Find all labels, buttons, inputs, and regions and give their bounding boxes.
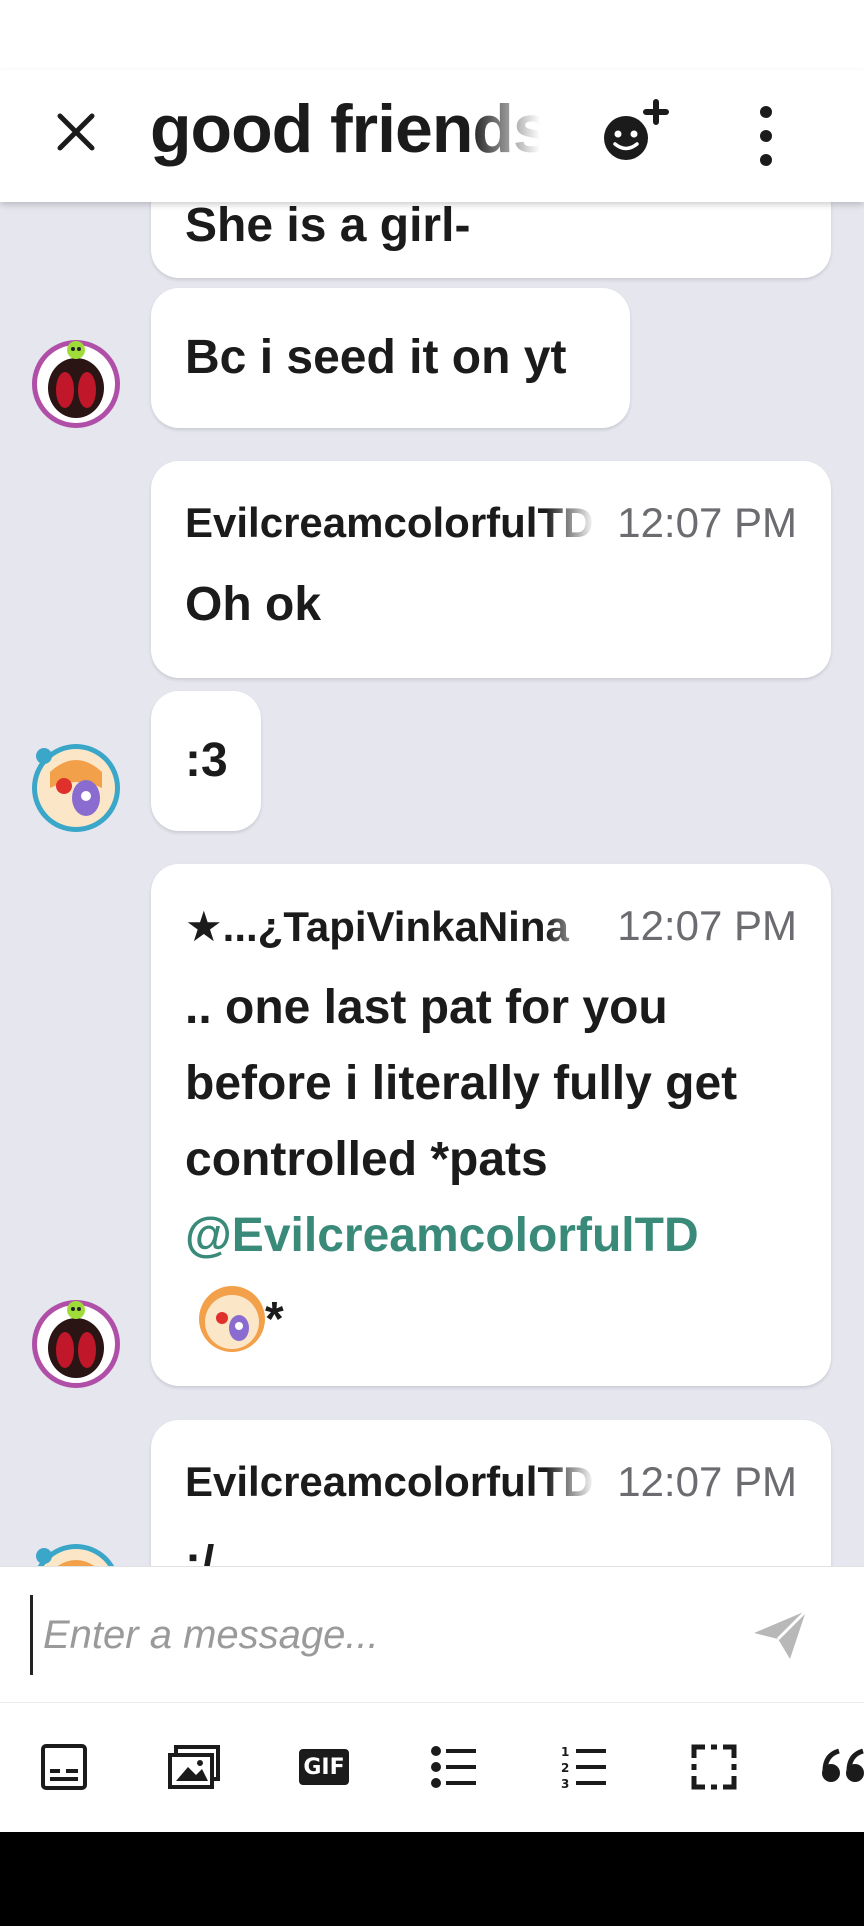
sender-name[interactable]: EvilcreamcolorfulTD: [185, 1458, 595, 1506]
send-button[interactable]: [750, 1607, 810, 1663]
message-text-suffix: *: [265, 1293, 284, 1346]
more-vertical-icon: [760, 106, 772, 166]
close-icon: [57, 113, 95, 151]
sender-name[interactable]: ★...¿TapiVinkaNina: [185, 902, 595, 951]
numbered-list-icon: 1 2 3: [561, 1745, 606, 1790]
message-bubble[interactable]: She is a girl-: [151, 202, 831, 278]
avatar[interactable]: [30, 742, 122, 834]
close-button[interactable]: [44, 100, 108, 164]
message-text: .. one last pat for you before i literal…: [185, 981, 738, 1186]
avatar[interactable]: [30, 1542, 122, 1566]
bulleted-list-icon: [431, 1746, 476, 1788]
numbered-list-button[interactable]: 1 2 3: [554, 1737, 614, 1797]
image-button[interactable]: [164, 1737, 224, 1797]
svg-text:3: 3: [561, 1777, 569, 1790]
avatar-cream-character-icon: [32, 744, 120, 832]
gif-button[interactable]: GIF: [294, 1737, 354, 1797]
status-bar-area: [0, 0, 864, 70]
sender-name[interactable]: EvilcreamcolorfulTD: [185, 499, 595, 547]
message-bubble[interactable]: :3: [151, 691, 261, 831]
message-text: She is a girl-: [185, 202, 471, 252]
svg-text:1: 1: [561, 1745, 569, 1759]
svg-text:2: 2: [561, 1761, 569, 1775]
send-icon: [754, 1609, 808, 1659]
screenshot-icon: [691, 1744, 737, 1790]
chat-header: good friends: [0, 70, 864, 202]
sticker-character-icon: [199, 1286, 265, 1352]
image-icon: [168, 1745, 220, 1789]
quote-button[interactable]: [814, 1737, 864, 1797]
avatar-red-character-icon: [32, 340, 120, 428]
message-bubble[interactable]: EvilcreamcolorfulTD 12:07 PM :/: [151, 1420, 831, 1566]
message-list[interactable]: She is a girl- Bc i seed it on yt Evilcr…: [0, 202, 864, 1566]
message-text: Oh ok: [185, 578, 322, 631]
message-text: :/: [185, 1537, 215, 1566]
add-face-icon: [604, 99, 669, 160]
avatar-cream-character-icon: [36, 1544, 115, 1566]
screenshot-button[interactable]: [684, 1737, 744, 1797]
mention-link[interactable]: @EvilcreamcolorfulTD: [185, 1198, 699, 1274]
gif-label: GIF: [303, 1754, 345, 1780]
message-text: :3: [185, 734, 228, 787]
message-bubble[interactable]: ★...¿TapiVinkaNina 12:07 PM .. one last …: [151, 864, 831, 1386]
formatting-toolbar: GIF 1 2 3: [0, 1702, 864, 1832]
sticker-button[interactable]: [34, 1737, 94, 1797]
message-text: Bc i seed it on yt: [185, 331, 567, 384]
message-composer: [0, 1566, 864, 1702]
system-navigation-bar: [0, 1832, 864, 1926]
message-bubble[interactable]: EvilcreamcolorfulTD 12:07 PM Oh ok: [151, 461, 831, 678]
message-bubble[interactable]: Bc i seed it on yt: [151, 288, 630, 428]
avatar[interactable]: [30, 1298, 122, 1390]
message-time: 12:07 PM: [617, 902, 797, 949]
message-input[interactable]: [30, 1595, 730, 1675]
avatar[interactable]: [30, 338, 122, 430]
message-time: 12:07 PM: [617, 499, 797, 546]
quote-icon: [822, 1748, 864, 1782]
message-time: 12:07 PM: [617, 1458, 797, 1505]
chat-title: good friends: [150, 91, 540, 167]
inline-emoji: [197, 1284, 267, 1354]
gif-icon: GIF: [299, 1749, 349, 1785]
more-options-button[interactable]: [740, 98, 792, 174]
sticker-icon: [41, 1744, 87, 1790]
add-member-button[interactable]: [598, 96, 674, 172]
bulleted-list-button[interactable]: [424, 1737, 484, 1797]
avatar-red-character-icon: [32, 1300, 120, 1388]
